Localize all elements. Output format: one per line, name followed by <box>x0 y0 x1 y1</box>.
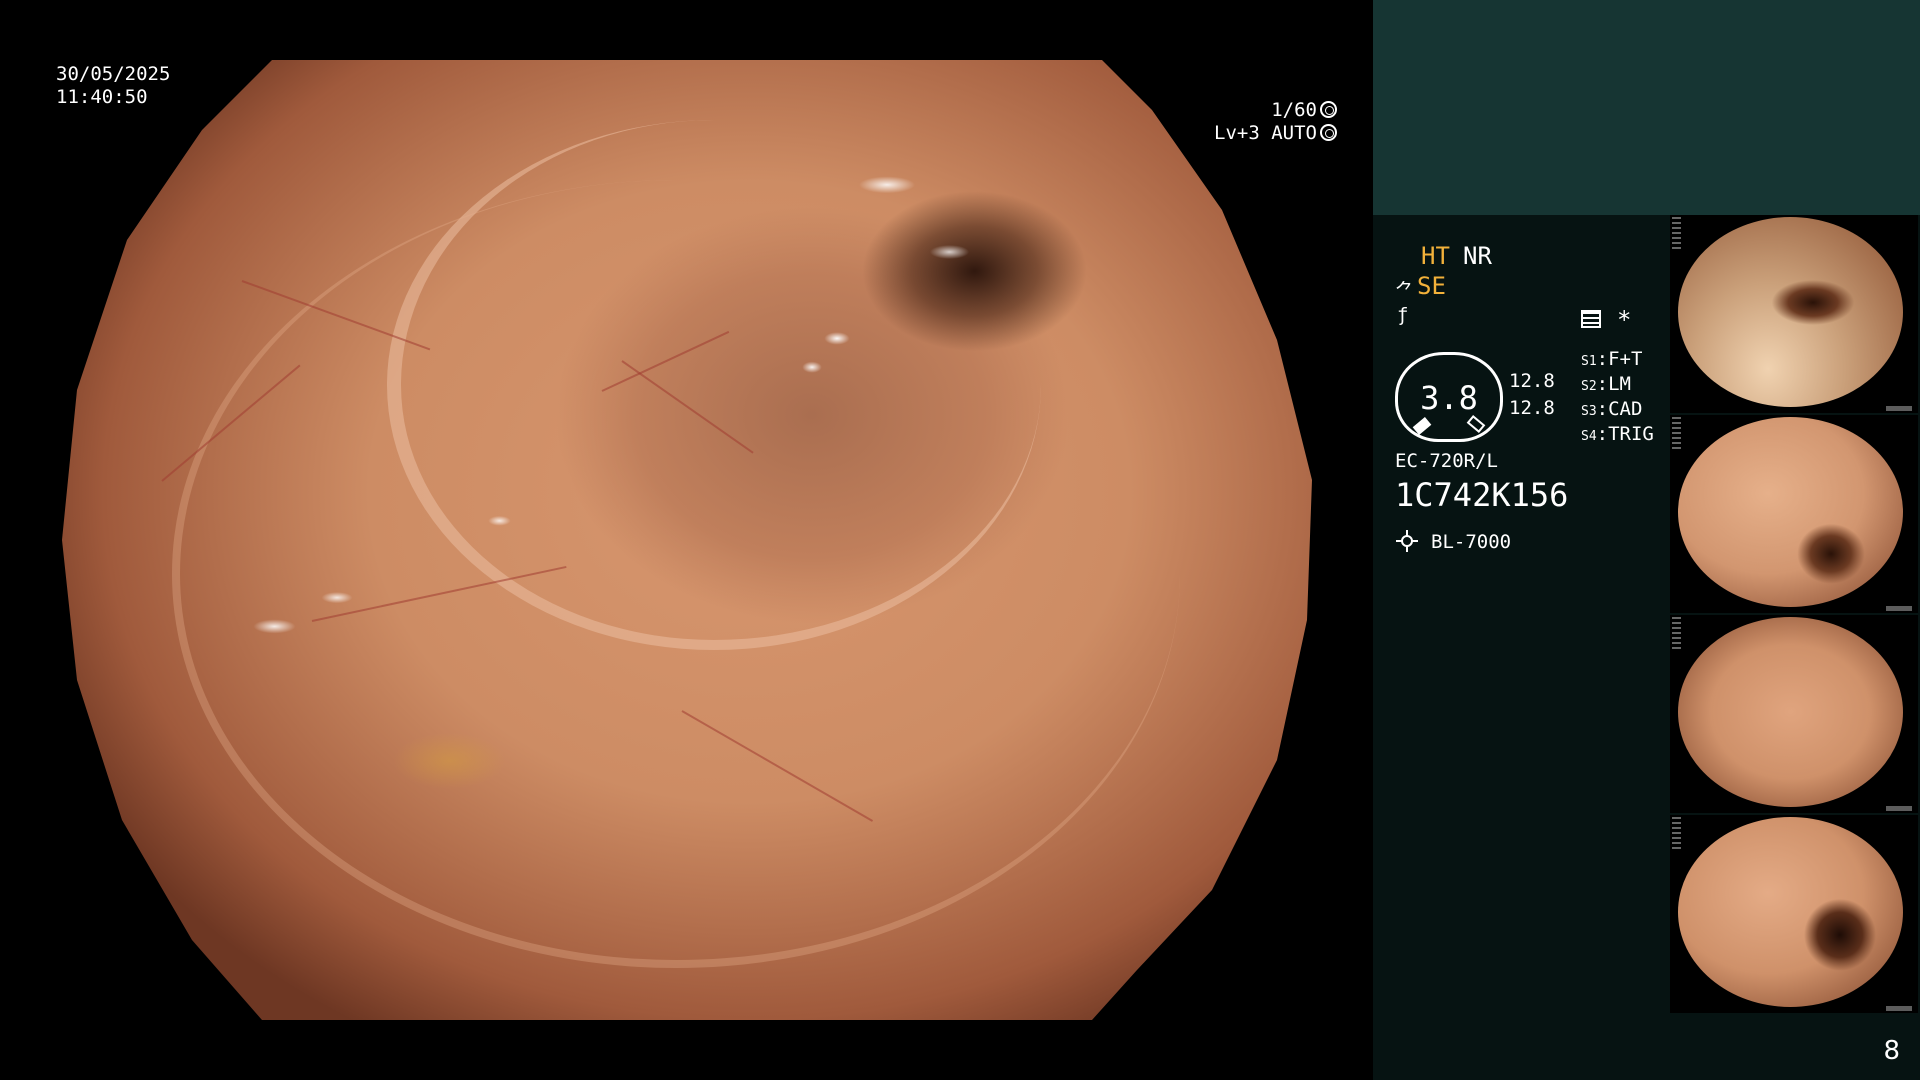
scope-model: EC-720R/L <box>1395 450 1498 472</box>
date-text: 30/05/2025 <box>56 63 171 85</box>
edge-enhance-icon: ƒ <box>1397 304 1409 326</box>
thumbnail-footer <box>1886 406 1912 411</box>
haustral-fold-outer <box>172 180 1180 968</box>
bulb-icon <box>1396 530 1418 552</box>
light-source: BL-7000 <box>1431 531 1512 553</box>
switch-key: S4 <box>1581 429 1597 444</box>
processor-settings: HT NR ⺈ SE ƒ * 3.8 12.8 12.8 S1:F+T S2:L… <box>1393 240 1683 570</box>
nr-indicator: NR <box>1463 242 1492 270</box>
thumbnail-footer <box>1886 606 1912 611</box>
switch-value: CAD <box>1608 398 1643 420</box>
value-bottom: 12.8 <box>1509 397 1555 419</box>
thumbnail-tag <box>1672 217 1681 249</box>
auto-iris-icon <box>1320 124 1337 141</box>
side-panel: HT NR ⺈ SE ƒ * 3.8 12.8 12.8 S1:F+T S2:L… <box>1373 0 1920 1080</box>
switch-key: S2 <box>1581 379 1597 394</box>
shutter-text: 1/60 <box>1271 99 1317 121</box>
endoscopic-image <box>62 60 1312 1020</box>
aperture-icon <box>1320 101 1337 118</box>
switch-key: S1 <box>1581 354 1597 369</box>
thumbnail-image <box>1678 617 1903 807</box>
thumbnail-tag <box>1672 817 1681 849</box>
thumbnail-tag <box>1672 417 1681 449</box>
switch-value: F+T <box>1608 348 1643 370</box>
date-time-readout: 30/05/2025 11:40:50 <box>56 63 170 109</box>
bulb-core <box>1401 535 1413 547</box>
thumbnail-4[interactable] <box>1670 815 1918 1013</box>
thumbnail-image <box>1678 417 1903 607</box>
thumbnail-image <box>1678 817 1903 1007</box>
time-text: 11:40:50 <box>56 86 148 108</box>
iris-value: 3.8 <box>1420 379 1478 417</box>
memo-icon <box>1581 310 1601 328</box>
ht-indicator: HT <box>1421 242 1450 270</box>
se-symbol-icon: ⺈ <box>1395 280 1415 302</box>
switch-value: LM <box>1608 373 1631 395</box>
iris-dial: 3.8 <box>1395 352 1503 442</box>
exposure-readout: 1/60 Lv+3 AUTO <box>1214 99 1337 145</box>
dial-notch-filled <box>1412 417 1432 435</box>
dial-notch-outline <box>1466 415 1486 433</box>
thumbnail-image <box>1678 217 1903 407</box>
asterisk-indicator: * <box>1617 306 1632 334</box>
endoscopy-live-view: 30/05/2025 11:40:50 1/60 Lv+3 AUTO <box>0 0 1373 1080</box>
value-top: 12.8 <box>1509 370 1555 392</box>
captured-thumbnail-strip <box>1670 215 1920 1015</box>
thumbnail-2[interactable] <box>1670 415 1918 613</box>
side-panel-header <box>1373 0 1920 215</box>
switch-key: S3 <box>1581 404 1597 419</box>
se-indicator: SE <box>1417 272 1446 300</box>
level-mode-text: Lv+3 AUTO <box>1214 122 1317 144</box>
thumbnail-3[interactable] <box>1670 615 1918 813</box>
switch-value: TRIG <box>1608 423 1654 445</box>
thumbnail-footer <box>1886 1006 1912 1011</box>
thumbnail-footer <box>1886 806 1912 811</box>
thumbnail-1[interactable] <box>1670 215 1918 413</box>
thumbnail-tag <box>1672 617 1681 649</box>
scope-serial: 1C742K156 <box>1395 476 1569 514</box>
page-number: 8 <box>1883 1036 1900 1066</box>
